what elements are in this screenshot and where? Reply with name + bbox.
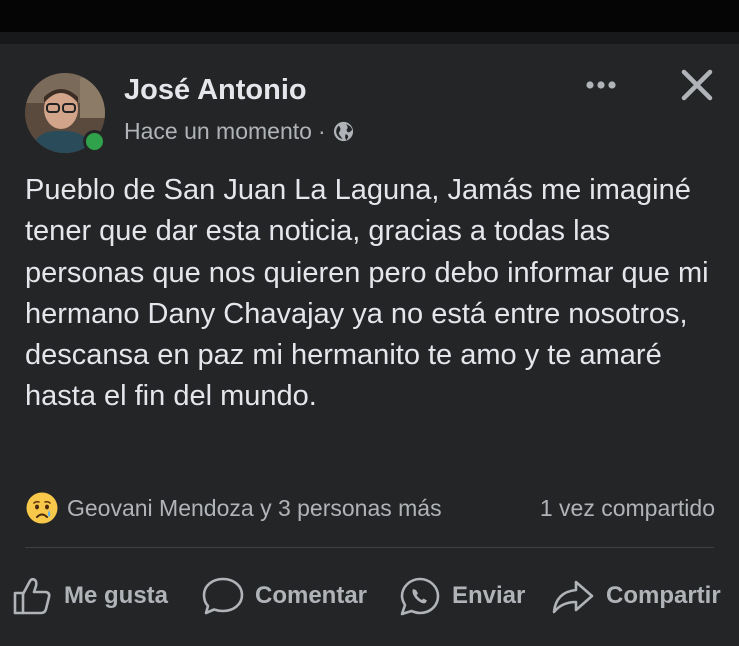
comment-bubble-icon (202, 577, 244, 615)
status-bar (0, 0, 739, 32)
comment-label: Comentar (255, 582, 368, 609)
like-button[interactable]: Me gusta (12, 572, 168, 620)
post-card: José Antonio Hace un momento · Pueblo de… (0, 44, 739, 646)
share-button[interactable]: Compartir (550, 572, 721, 620)
whatsapp-icon (400, 577, 440, 616)
post-timestamp[interactable]: Hace un momento (124, 117, 312, 145)
more-options-icon[interactable] (581, 72, 621, 98)
reactions-text[interactable]: Geovani Mendoza y 3 personas más (67, 495, 442, 522)
comment-button[interactable]: Comentar (201, 572, 367, 620)
shares-count[interactable]: 1 vez compartido (540, 495, 715, 522)
thumbs-up-icon (13, 577, 51, 615)
meta-separator: · (317, 118, 326, 144)
divider (25, 547, 714, 548)
online-status-indicator (83, 130, 106, 153)
author-name[interactable]: José Antonio (124, 73, 307, 107)
post-meta: Hace un momento · (124, 117, 355, 145)
close-icon[interactable] (678, 66, 716, 104)
share-label: Compartir (606, 582, 721, 609)
action-bar: Me gusta Comentar Enviar Compartir (0, 572, 739, 620)
reactions-summary[interactable]: Geovani Mendoza y 3 personas más 1 vez c… (25, 490, 715, 526)
sad-emoji-icon (26, 492, 58, 524)
send-button[interactable]: Enviar (398, 572, 525, 620)
like-label: Me gusta (64, 582, 169, 609)
globe-icon[interactable] (332, 120, 355, 143)
post-body: Pueblo de San Juan La Laguna, Jamás me i… (25, 174, 709, 413)
send-label: Enviar (452, 582, 526, 609)
share-arrow-icon (552, 580, 594, 614)
